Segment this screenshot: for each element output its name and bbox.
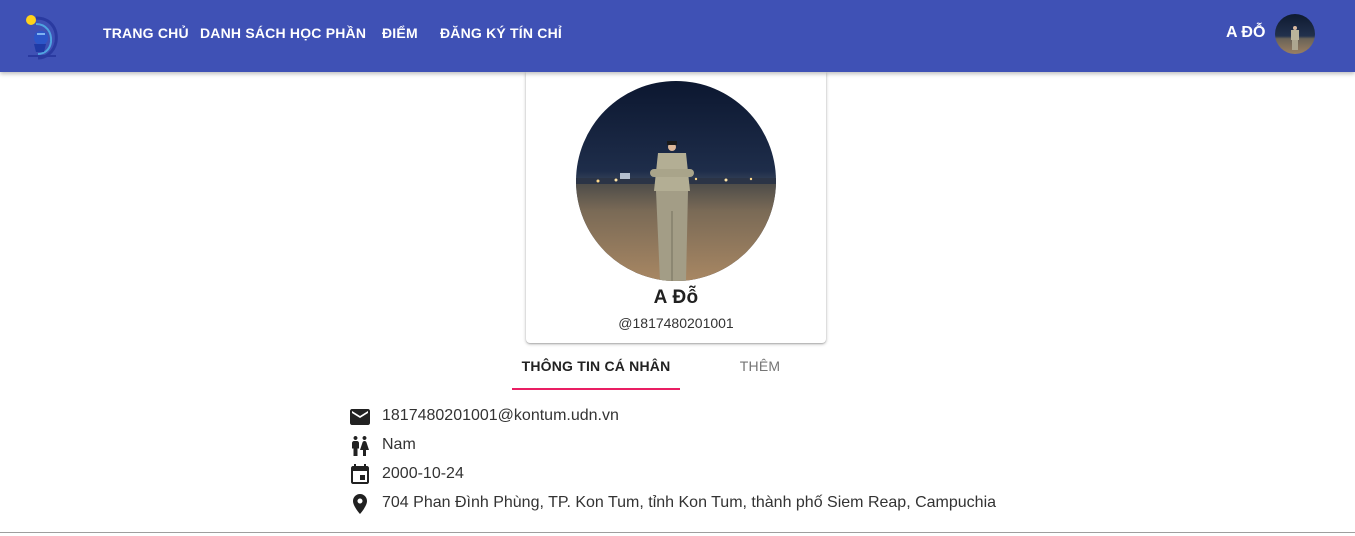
user-menu-name[interactable]: A ĐỖ [1226, 24, 1265, 42]
gender-text: Nam [382, 436, 416, 453]
bottom-divider [0, 532, 1355, 533]
profile-card: A Đỗ @1817480201001 [526, 72, 826, 343]
birthdate-text: 2000-10-24 [382, 465, 464, 482]
address-text: 704 Phan Đình Phùng, TP. Kon Tum, tỉnh K… [382, 494, 997, 511]
nav-trang-chu[interactable]: TRANG CHỦ [103, 25, 189, 45]
university-logo-icon[interactable] [24, 12, 60, 60]
nav-dang-ky-tin-chi[interactable]: ĐĂNG KÝ TÍN CHỈ [440, 25, 562, 45]
tab-thong-tin-ca-nhan[interactable]: THÔNG TIN CÁ NHÂN [512, 358, 680, 378]
nav-danh-sach-hoc-phan[interactable]: DANH SÁCH HỌC PHẦN [200, 25, 366, 45]
profile-photo [576, 81, 776, 281]
email-icon [348, 405, 372, 429]
user-avatar[interactable] [1275, 14, 1315, 54]
location-icon [348, 492, 372, 516]
profile-name: A Đỗ [653, 287, 699, 308]
nav-diem[interactable]: ĐIỂM [382, 25, 418, 45]
tab-indicator [512, 388, 680, 390]
profile-handle: @1817480201001 [618, 315, 734, 331]
email-text: 1817480201001@kontum.udn.vn [382, 407, 619, 424]
calendar-icon [348, 463, 372, 487]
tab-them[interactable]: THÊM [680, 358, 840, 378]
app-bar: TRANG CHỦ DANH SÁCH HỌC PHẦN ĐIỂM ĐĂNG K… [0, 0, 1355, 72]
gender-icon [348, 434, 372, 458]
